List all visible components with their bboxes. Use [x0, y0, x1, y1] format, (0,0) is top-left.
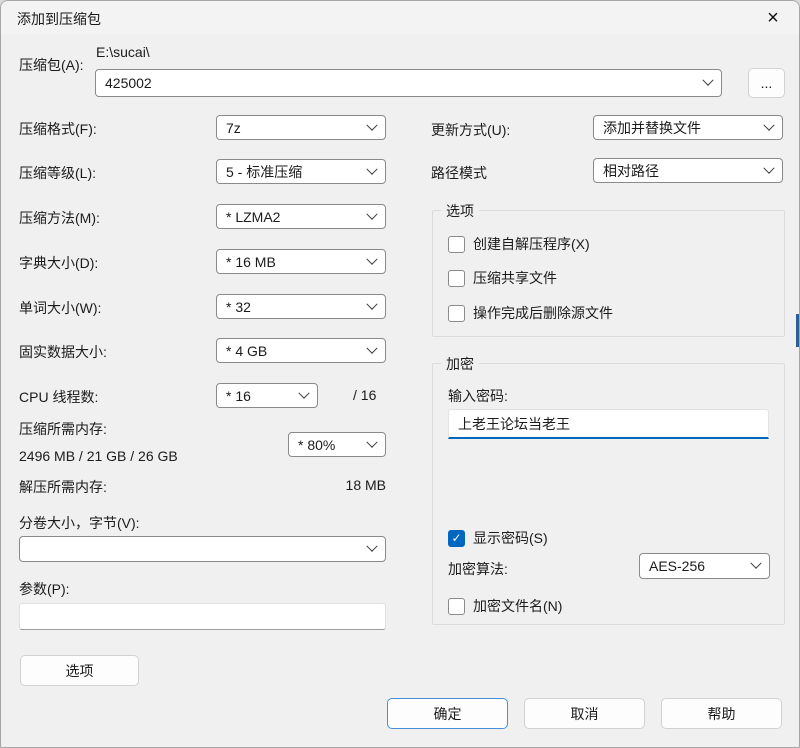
encryption-group-title: 加密: [441, 354, 479, 374]
chevron-down-icon: [750, 558, 761, 569]
title-bar: 添加到压缩包 ×: [1, 1, 799, 35]
dictionary-combo[interactable]: * 16 MB: [216, 249, 386, 274]
cancel-button[interactable]: 取消: [524, 698, 645, 729]
chevron-down-icon: [366, 298, 377, 309]
show-password-checkbox-label: 显示密码(S): [473, 528, 548, 548]
update-mode-combo[interactable]: 添加并替换文件: [593, 115, 783, 140]
method-value: * LZMA2: [226, 209, 280, 225]
checkbox-unchecked[interactable]: [448, 598, 465, 615]
parameters-input[interactable]: [19, 603, 386, 630]
checkbox-checked[interactable]: ✓: [448, 530, 465, 547]
update-mode-label: 更新方式(U):: [431, 120, 510, 140]
level-combo[interactable]: 5 - 标准压缩: [216, 159, 386, 184]
archive-name-value: 425002: [105, 75, 152, 91]
dialog-title: 添加到压缩包: [17, 9, 101, 29]
cancel-button-label: 取消: [571, 704, 599, 724]
word-size-combo[interactable]: * 32: [216, 294, 386, 319]
format-label: 压缩格式(F):: [19, 119, 97, 139]
chevron-down-icon: [366, 436, 377, 447]
level-value: 5 - 标准压缩: [226, 162, 302, 182]
ok-button-label: 确定: [434, 704, 462, 724]
memory-percent-combo[interactable]: * 80%: [288, 432, 386, 457]
format-value: 7z: [226, 120, 241, 136]
background-window-sliver: [796, 314, 799, 347]
method-combo[interactable]: * LZMA2: [216, 204, 386, 229]
checkbox-unchecked[interactable]: [448, 305, 465, 322]
cpu-threads-combo[interactable]: * 16: [216, 383, 318, 408]
parameters-label: 参数(P):: [19, 579, 70, 599]
level-label: 压缩等级(L):: [19, 163, 96, 183]
chevron-down-icon: [366, 342, 377, 353]
volumes-combo[interactable]: [19, 536, 386, 562]
help-button-label: 帮助: [708, 704, 736, 724]
path-mode-label: 路径模式: [431, 163, 487, 183]
shared-files-checkbox-label: 压缩共享文件: [473, 268, 557, 288]
delete-after-checkbox-row[interactable]: 操作完成后删除源文件: [448, 303, 613, 323]
encrypt-names-checkbox-label: 加密文件名(N): [473, 596, 562, 616]
path-mode-value: 相对路径: [603, 161, 659, 181]
solid-block-label: 固实数据大小:: [19, 342, 107, 362]
method-label: 压缩方法(M):: [19, 208, 100, 228]
update-mode-value: 添加并替换文件: [603, 118, 701, 138]
chevron-down-icon: [366, 208, 377, 219]
compress-memory-label: 压缩所需内存:: [19, 419, 107, 439]
encryption-method-combo[interactable]: AES-256: [639, 553, 770, 579]
help-button[interactable]: 帮助: [661, 698, 782, 729]
password-input[interactable]: [448, 409, 769, 439]
sfx-checkbox-row[interactable]: 创建自解压程序(X): [448, 234, 590, 254]
chevron-down-icon: [366, 163, 377, 174]
format-combo[interactable]: 7z: [216, 115, 386, 140]
solid-block-combo[interactable]: * 4 GB: [216, 338, 386, 363]
chevron-down-icon: [366, 541, 377, 552]
archive-path: E:\sucai\: [96, 44, 150, 60]
solid-block-value: * 4 GB: [226, 343, 267, 359]
chevron-down-icon: [763, 162, 774, 173]
word-size-value: * 32: [226, 299, 251, 315]
options-button-label: 选项: [66, 661, 94, 681]
add-to-archive-dialog: 添加到压缩包 × 压缩包(A): E:\sucai\ 425002 ... 压缩…: [0, 0, 800, 748]
cpu-threads-value: * 16: [226, 388, 251, 404]
show-password-checkbox-row[interactable]: ✓ 显示密码(S): [448, 528, 548, 548]
password-label: 输入密码:: [448, 386, 508, 406]
chevron-down-icon: [298, 387, 309, 398]
ok-button[interactable]: 确定: [387, 698, 508, 729]
cpu-threads-label: CPU 线程数:: [19, 387, 98, 407]
check-icon: ✓: [451, 532, 461, 544]
cpu-threads-max: / 16: [353, 387, 376, 403]
sfx-checkbox-label: 创建自解压程序(X): [473, 234, 590, 254]
memory-percent-value: * 80%: [298, 437, 335, 453]
chevron-down-icon: [366, 253, 377, 264]
encryption-method-value: AES-256: [649, 558, 705, 574]
delete-after-checkbox-label: 操作完成后删除源文件: [473, 303, 613, 323]
volumes-label: 分卷大小，字节(V):: [19, 513, 140, 533]
browse-button-label: ...: [761, 75, 773, 91]
archive-name-combo[interactable]: 425002: [95, 69, 722, 97]
dictionary-value: * 16 MB: [226, 254, 276, 270]
dictionary-label: 字典大小(D):: [19, 253, 98, 273]
path-mode-combo[interactable]: 相对路径: [593, 158, 783, 183]
options-group-title: 选项: [441, 201, 479, 221]
archive-label: 压缩包(A):: [19, 55, 84, 75]
decompress-memory-label: 解压所需内存:: [19, 477, 107, 497]
encrypt-names-checkbox-row[interactable]: 加密文件名(N): [448, 596, 562, 616]
browse-button[interactable]: ...: [748, 68, 785, 98]
word-size-label: 单词大小(W):: [19, 298, 101, 318]
checkbox-unchecked[interactable]: [448, 270, 465, 287]
chevron-down-icon: [763, 119, 774, 130]
chevron-down-icon: [702, 75, 713, 86]
compress-memory-detail: 2496 MB / 21 GB / 26 GB: [19, 448, 178, 464]
decompress-memory-value: 18 MB: [336, 477, 386, 493]
close-icon[interactable]: ×: [757, 3, 789, 33]
shared-files-checkbox-row[interactable]: 压缩共享文件: [448, 268, 557, 288]
encryption-method-label: 加密算法:: [448, 559, 508, 579]
checkbox-unchecked[interactable]: [448, 236, 465, 253]
options-button[interactable]: 选项: [20, 655, 139, 686]
chevron-down-icon: [366, 119, 377, 130]
